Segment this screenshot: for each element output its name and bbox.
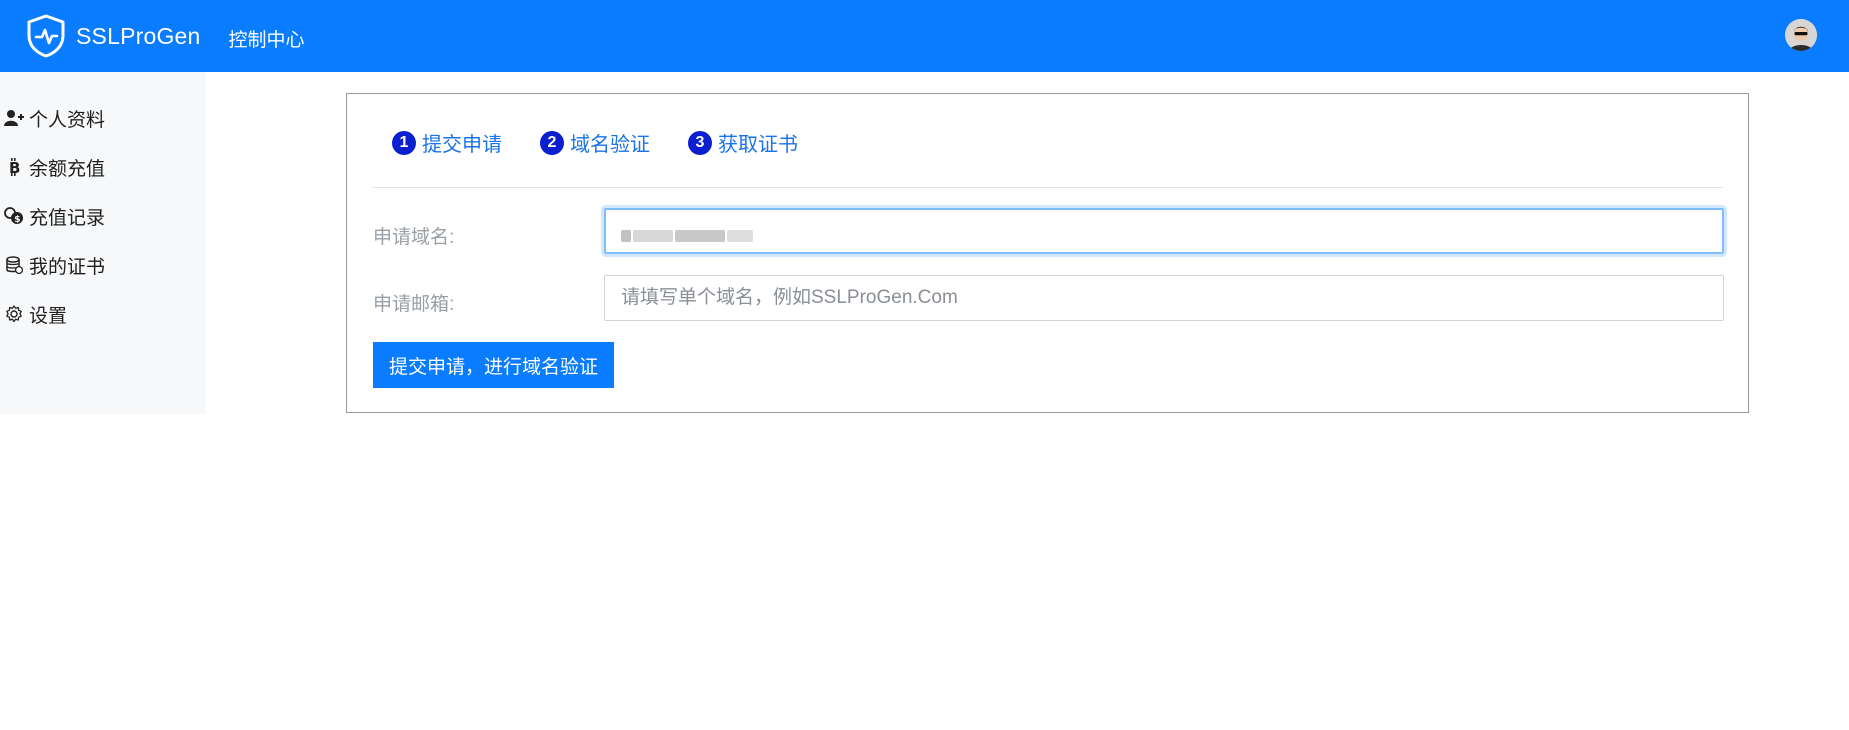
- email-input[interactable]: [604, 275, 1724, 321]
- sidebar-item-recharge[interactable]: B 余额充值: [4, 153, 105, 181]
- step-label: 域名验证: [570, 134, 650, 156]
- top-navbar: SSLProGen 控制中心: [0, 0, 1849, 72]
- brand[interactable]: SSLProGen: [26, 14, 201, 58]
- sidebar-item-recharge-history[interactable]: $ 充值记录: [4, 202, 105, 230]
- submit-application-button[interactable]: 提交申请，进行域名验证: [373, 342, 615, 388]
- user-plus-icon: [4, 108, 24, 128]
- sidebar-item-label: 个人资料: [29, 109, 106, 131]
- sidebar-item-label: 余额充值: [29, 158, 106, 180]
- step-label: 获取证书: [718, 134, 798, 156]
- email-label: 申请邮箱:: [373, 294, 455, 315]
- step-label: 提交申请: [422, 134, 502, 156]
- bitcoin-icon: B: [4, 157, 24, 177]
- sidebar-item-profile[interactable]: 个人资料: [4, 104, 105, 132]
- step-get-cert[interactable]: 3 获取证书: [688, 128, 798, 157]
- divider: [372, 187, 1723, 188]
- step-indicator: 1 提交申请 2 域名验证 3 获取证书: [392, 128, 836, 157]
- sidebar-item-settings[interactable]: 设置: [4, 300, 67, 328]
- svg-text:$: $: [14, 215, 20, 225]
- avatar-icon: [1785, 19, 1817, 51]
- nav-control-center[interactable]: 控制中心: [229, 25, 305, 52]
- user-avatar[interactable]: [1785, 19, 1817, 51]
- database-icon: [4, 255, 24, 275]
- brand-name: SSLProGen: [76, 22, 201, 49]
- domain-input[interactable]: [604, 208, 1724, 254]
- sidebar-item-label: 设置: [29, 305, 68, 327]
- step-number-badge: 3: [688, 130, 712, 155]
- gear-icon: [4, 304, 24, 324]
- step-number-badge: 2: [540, 130, 564, 155]
- shield-pulse-icon: [27, 14, 65, 58]
- sidebar-item-label: 充值记录: [29, 207, 106, 229]
- sidebar-item-my-certs[interactable]: 我的证书: [4, 251, 105, 279]
- step-domain-verify[interactable]: 2 域名验证: [540, 128, 650, 157]
- step-submit[interactable]: 1 提交申请: [392, 128, 502, 157]
- domain-label: 申请域名:: [373, 227, 455, 248]
- sidebar-item-label: 我的证书: [29, 256, 106, 278]
- step-number-badge: 1: [392, 130, 416, 155]
- sidebar: 个人资料 B 余额充值 $ 充值记录 我的证书 设置: [0, 72, 206, 414]
- coins-icon: $: [4, 206, 24, 226]
- application-panel: 1 提交申请 2 域名验证 3 获取证书 申请域名: 申请邮箱: 提交申请，进行…: [346, 93, 1749, 413]
